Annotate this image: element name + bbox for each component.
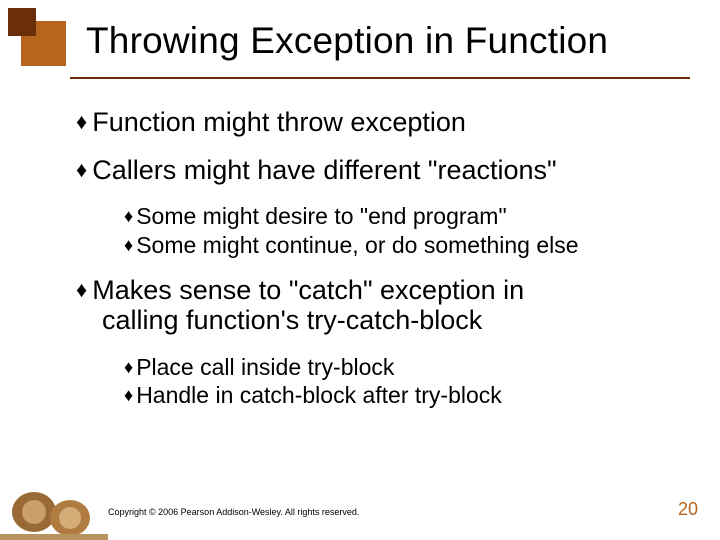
bullet-level1: ♦Callers might have different "reactions… <box>76 156 676 186</box>
page-number: 20 <box>678 499 698 520</box>
bullet-level2: ♦Place call inside try-block <box>124 354 676 380</box>
slide: Throwing Exception in Function ♦Function… <box>0 0 720 540</box>
diamond-icon: ♦ <box>124 206 133 226</box>
bullet-text: Some might desire to "end program" <box>136 203 506 229</box>
bullet-text: Place call inside try-block <box>136 354 394 380</box>
diamond-icon: ♦ <box>124 357 133 377</box>
diamond-icon: ♦ <box>76 157 87 182</box>
diamond-icon: ♦ <box>124 235 133 255</box>
bullet-text: calling function's try-catch-block <box>102 305 482 335</box>
bullet-level1-cont: calling function's try-catch-block <box>76 306 676 336</box>
content-area: ♦Function might throw exception ♦Callers… <box>76 108 676 427</box>
diamond-icon: ♦ <box>76 109 87 134</box>
bullet-text: Some might continue, or do something els… <box>136 232 578 258</box>
bullet-text: Makes sense to "catch" exception in <box>92 275 524 305</box>
slide-title: Throwing Exception in Function <box>86 20 608 62</box>
bullet-level2: ♦Some might continue, or do something el… <box>124 232 676 258</box>
bullet-level1: ♦Makes sense to "catch" exception in <box>76 276 676 306</box>
diamond-icon: ♦ <box>124 385 133 405</box>
lion-image <box>0 466 108 540</box>
bullet-text: Function might throw exception <box>92 107 466 137</box>
bullet-level2: ♦Some might desire to "end program" <box>124 203 676 229</box>
bullet-text: Handle in catch-block after try-block <box>136 382 502 408</box>
diamond-icon: ♦ <box>76 277 87 302</box>
title-underline <box>70 77 690 79</box>
sub-list: ♦Place call inside try-block ♦Handle in … <box>124 354 676 409</box>
corner-square-brown <box>8 8 36 36</box>
bullet-level1: ♦Function might throw exception <box>76 108 676 138</box>
bullet-level2: ♦Handle in catch-block after try-block <box>124 382 676 408</box>
copyright-footer: Copyright © 2006 Pearson Addison-Wesley.… <box>108 507 359 517</box>
corner-decoration <box>8 8 66 66</box>
bullet-text: Callers might have different "reactions" <box>92 155 556 185</box>
sub-list: ♦Some might desire to "end program" ♦Som… <box>124 203 676 258</box>
